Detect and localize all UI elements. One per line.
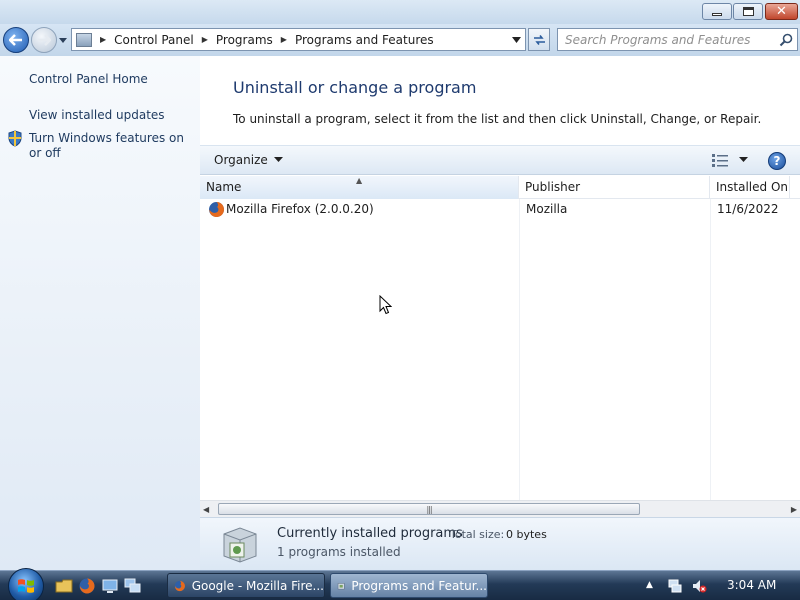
program-publisher: Mozilla xyxy=(526,202,568,216)
firefox-icon xyxy=(174,580,185,591)
content-pane: Uninstall or change a program To uninsta… xyxy=(200,56,800,570)
views-icon[interactable] xyxy=(712,154,728,167)
forward-button[interactable] xyxy=(31,27,57,53)
network-icon[interactable] xyxy=(667,578,683,594)
mouse-cursor-icon xyxy=(379,295,392,315)
chevron-down-icon xyxy=(273,157,283,162)
command-bar: Organize ? xyxy=(200,145,800,175)
scrollbar-thumb[interactable]: ||| xyxy=(218,503,640,515)
column-header-name-label: Name xyxy=(206,180,242,194)
control-panel-icon xyxy=(76,32,92,47)
column-header-overflow[interactable] xyxy=(790,176,800,199)
sort-ascending-icon: ▲ xyxy=(356,176,363,185)
shield-icon xyxy=(8,130,22,147)
breadcrumb-programs[interactable]: Programs xyxy=(216,33,273,47)
firefox-quicklaunch-icon[interactable] xyxy=(78,577,96,595)
taskbar-button-firefox-label: Google - Mozilla Fire... xyxy=(191,578,324,593)
column-divider xyxy=(710,199,711,501)
search-input[interactable] xyxy=(558,29,768,50)
page-title: Uninstall or change a program xyxy=(233,78,477,97)
column-divider xyxy=(519,199,520,501)
page-description: To uninstall a program, select it from t… xyxy=(233,112,762,126)
column-header-publisher[interactable]: Publisher xyxy=(519,176,710,199)
views-dropdown-icon[interactable] xyxy=(739,157,748,163)
breadcrumb-separator-icon[interactable]: ▶ xyxy=(281,35,287,44)
column-header-name[interactable]: ▲ Name xyxy=(200,176,519,199)
taskbar: Google - Mozilla Fire... Programs and Fe… xyxy=(0,568,800,600)
search-icon[interactable] xyxy=(779,33,793,47)
breadcrumb-programs-and-features[interactable]: Programs and Features xyxy=(295,33,434,47)
title-bar: ✕ xyxy=(0,0,800,24)
refresh-icon xyxy=(533,34,545,45)
total-size-value: 0 bytes xyxy=(506,528,547,541)
close-button[interactable]: ✕ xyxy=(765,3,798,20)
programs-count: 1 programs installed xyxy=(277,545,401,559)
show-hidden-icons-icon[interactable]: ▲ xyxy=(646,580,653,590)
programs-and-features-icon xyxy=(337,582,345,589)
start-button[interactable] xyxy=(8,568,44,600)
volume-muted-icon[interactable] xyxy=(691,578,707,594)
show-desktop-icon[interactable] xyxy=(101,577,119,595)
breadcrumb-separator-icon[interactable]: ▶ xyxy=(202,35,208,44)
programs-box-icon xyxy=(223,527,257,563)
details-pane: Currently installed programs Total size:… xyxy=(200,517,800,570)
firefox-icon xyxy=(209,202,224,217)
breadcrumb-separator-icon[interactable]: ▶ xyxy=(100,35,106,44)
organize-button[interactable]: Organize xyxy=(214,153,283,167)
total-size-label: Total size: xyxy=(450,528,505,541)
windows-logo-icon xyxy=(18,579,34,593)
close-icon: ✕ xyxy=(776,4,787,19)
search-box[interactable] xyxy=(557,28,798,51)
maximize-button[interactable] xyxy=(733,3,763,20)
scroll-left-icon[interactable]: ◀ xyxy=(203,505,209,514)
column-header-publisher-label: Publisher xyxy=(525,180,581,194)
details-title: Currently installed programs xyxy=(277,526,463,541)
organize-label: Organize xyxy=(214,153,268,167)
navigation-bar: ▶ Control Panel ▶ Programs ▶ Programs an… xyxy=(0,24,800,56)
list-header: ▲ Name Publisher Installed On xyxy=(200,176,800,199)
address-bar[interactable]: ▶ Control Panel ▶ Programs ▶ Programs an… xyxy=(71,28,526,51)
address-dropdown-icon[interactable] xyxy=(512,37,521,44)
column-header-installed-on[interactable]: Installed On xyxy=(710,176,790,199)
table-row[interactable]: Mozilla Firefox (2.0.0.20) Mozilla 11/6/… xyxy=(200,199,800,221)
breadcrumb-control-panel[interactable]: Control Panel xyxy=(114,33,194,47)
explorer-folder-icon[interactable] xyxy=(55,577,73,595)
view-installed-updates-link[interactable]: View installed updates xyxy=(29,108,189,123)
taskbar-button-programs-and-features[interactable]: Programs and Featur... xyxy=(330,573,488,598)
taskbar-button-firefox[interactable]: Google - Mozilla Fire... xyxy=(167,573,325,598)
forward-arrow-icon xyxy=(38,34,51,46)
back-arrow-icon xyxy=(9,34,22,46)
recent-pages-dropdown[interactable] xyxy=(58,37,68,45)
column-header-installed-on-label: Installed On xyxy=(716,180,788,194)
refresh-button[interactable] xyxy=(528,28,550,51)
turn-windows-features-link[interactable]: Turn Windows features on or off xyxy=(29,131,187,161)
minimize-button[interactable] xyxy=(702,3,732,20)
control-panel-home-link[interactable]: Control Panel Home xyxy=(29,72,189,87)
horizontal-scrollbar[interactable]: ◀ ||| ▶ xyxy=(200,500,800,517)
program-name: Mozilla Firefox (2.0.0.20) xyxy=(226,202,374,216)
maximize-icon xyxy=(742,7,754,16)
help-icon[interactable]: ? xyxy=(768,152,786,170)
switch-windows-icon[interactable] xyxy=(124,577,142,595)
clock[interactable]: 3:04 AM xyxy=(727,578,776,592)
back-button[interactable] xyxy=(3,27,29,53)
scroll-right-icon[interactable]: ▶ xyxy=(791,505,797,514)
minimize-icon xyxy=(712,13,722,16)
task-pane: Control Panel Home View installed update… xyxy=(0,56,200,570)
taskbar-button-programs-label: Programs and Featur... xyxy=(351,578,487,593)
program-installed-on: 11/6/2022 xyxy=(717,202,779,216)
